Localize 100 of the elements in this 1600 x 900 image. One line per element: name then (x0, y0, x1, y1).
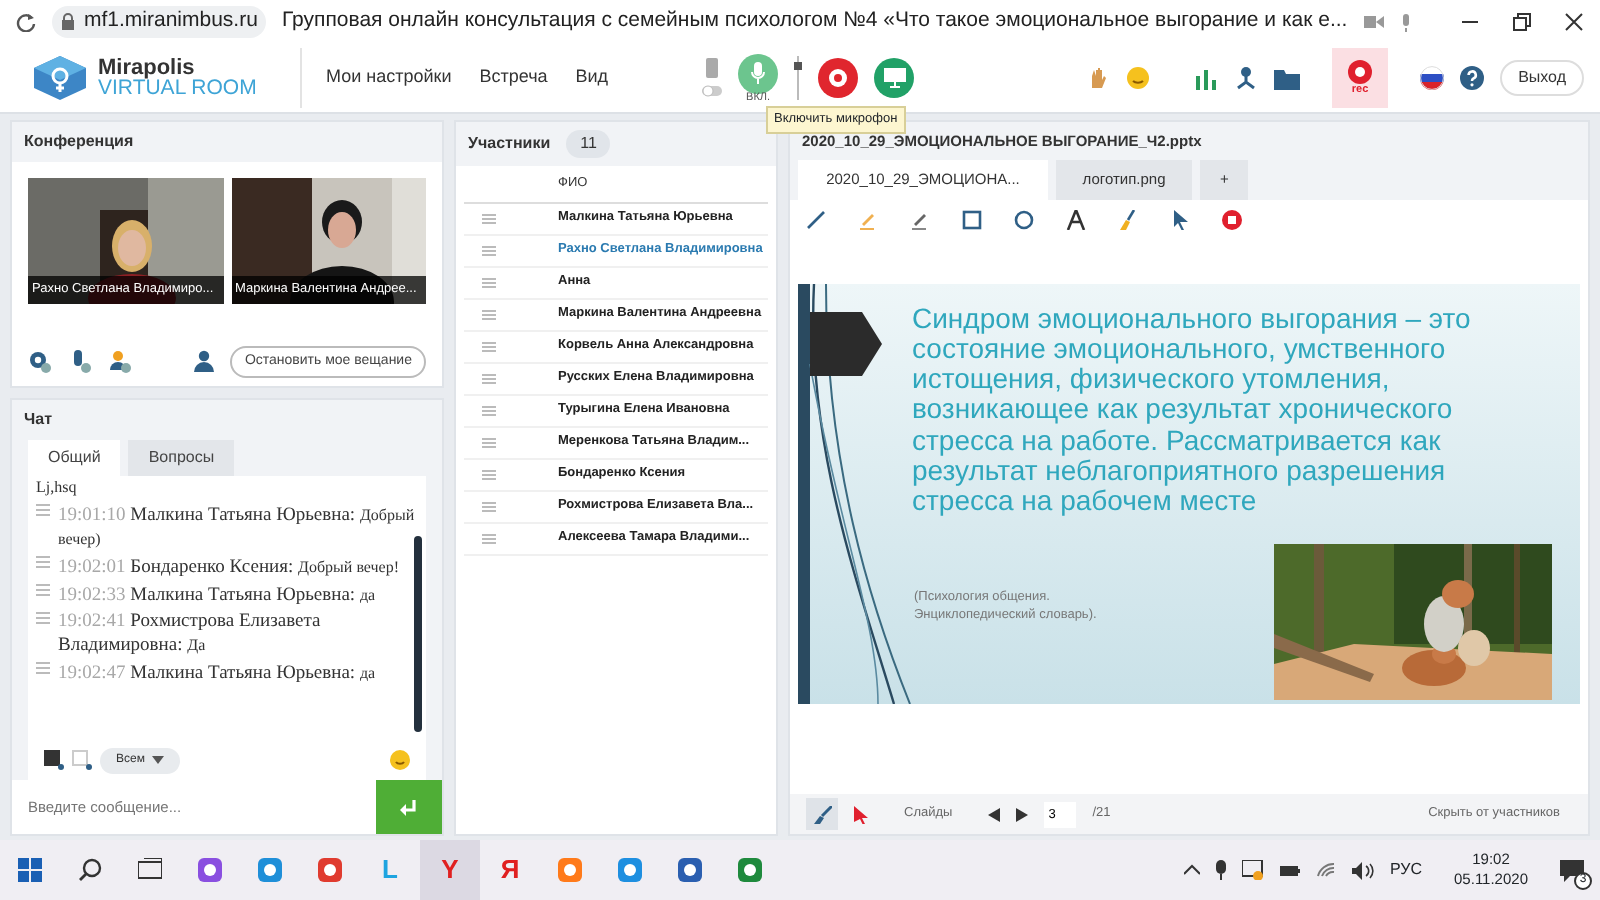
app-tile-icon (616, 856, 644, 884)
chevron-up-icon[interactable] (1183, 864, 1200, 876)
line-tool-icon[interactable] (806, 209, 826, 229)
record-icon (1348, 59, 1373, 83)
panel-title: Конференция (12, 122, 442, 162)
rectangle-tool-icon[interactable] (962, 209, 982, 229)
screen-share-button[interactable] (874, 58, 915, 98)
taskbar-app-button[interactable]: Я (480, 840, 540, 900)
brush-icon[interactable] (1118, 209, 1138, 229)
lock-icon (60, 12, 76, 32)
text-tool-icon[interactable] (1066, 209, 1086, 229)
chat-message: 19:02:41 Рохмистрова Елизавета Владимировна: Да (58, 612, 323, 658)
webcam-icon (828, 68, 849, 88)
list-lines-icon (482, 213, 496, 224)
list-lines-icon (482, 405, 496, 416)
chat-message: 19:01:10 Малкина Татьяна Юрьевна: Добрый вечер) (58, 504, 417, 552)
app-tile-icon (196, 856, 224, 884)
enter-icon (400, 799, 418, 815)
task-view-icon[interactable] (138, 858, 162, 882)
scrollbar[interactable] (414, 536, 422, 732)
brush-icon (813, 805, 831, 823)
caret-icon (152, 756, 165, 764)
menu-item[interactable]: Встреча (465, 64, 562, 92)
microphone-icon (750, 62, 767, 84)
app-tile-icon (676, 856, 704, 884)
previous-icon[interactable] (988, 807, 1001, 821)
camera-icon (1364, 14, 1384, 30)
chat-tab[interactable]: Вопросы (128, 440, 235, 476)
menu-item[interactable]: Мои настройки (312, 64, 466, 92)
background-color-icon[interactable] (72, 750, 92, 770)
chat-message: 19:02:33 Малкина Татьяна Юрьевна: да (58, 584, 376, 608)
url-text: mf1.miranimbus.ru (84, 6, 258, 37)
volume-slider-icon[interactable] (794, 56, 803, 100)
list-lines-icon (36, 504, 50, 516)
list-lines-icon (36, 612, 50, 624)
app-tile-icon (316, 856, 344, 884)
bar-chart-icon[interactable] (1194, 66, 1219, 90)
count-badge: 11 (566, 130, 611, 158)
logo-subtitle: VIRTUAL ROOM (98, 78, 257, 98)
clear-icon[interactable] (1222, 209, 1242, 229)
close-icon[interactable] (1564, 12, 1584, 32)
microphone-icon (1400, 13, 1412, 31)
restore-icon[interactable] (1512, 12, 1532, 32)
ellipse-tool-icon[interactable] (1014, 209, 1034, 229)
wifi-icon[interactable] (1315, 862, 1336, 878)
monitor-icon (883, 68, 906, 88)
pointer-icon[interactable] (854, 805, 868, 823)
flag-icon[interactable] (1420, 66, 1445, 90)
person-icon (194, 350, 215, 373)
page-title: Групповая онлайн консультация с семейным психологом №4 «Что такое эмоциональное выгорание и как е... (281, 6, 1348, 37)
search-icon[interactable] (78, 858, 102, 882)
chat-tab[interactable]: Общий (28, 440, 121, 476)
reload-icon[interactable] (16, 12, 36, 32)
microphone-icon[interactable] (1215, 860, 1226, 880)
panel-title: Участники (468, 132, 551, 156)
list-lines-icon (482, 437, 496, 448)
chat-message: 19:02:47 Малкина Татьяна Юрьевна: да (58, 662, 376, 686)
list-lines-icon (36, 556, 50, 568)
next-icon[interactable] (1016, 807, 1029, 821)
exit-button[interactable]: Выход (1500, 60, 1584, 96)
folder-icon[interactable] (1274, 67, 1301, 89)
logo-icon (30, 54, 90, 102)
phone-toggle-icon[interactable] (702, 56, 723, 100)
logo-title: Mirapolis (98, 58, 195, 78)
app-tile-icon (556, 856, 584, 884)
list-lines-icon (36, 662, 50, 674)
network-icon[interactable] (1234, 66, 1259, 90)
list-lines-icon (482, 469, 496, 480)
screen-capture-icon[interactable] (1241, 860, 1264, 880)
camera-button[interactable] (818, 58, 859, 98)
smiley-icon[interactable] (390, 750, 410, 770)
notification-icon[interactable] (1560, 859, 1584, 881)
windows-icon[interactable] (18, 858, 42, 882)
address-bar[interactable]: mf1.miranimbus.ru (52, 6, 266, 38)
help-icon[interactable] (1460, 66, 1485, 90)
app-tile-icon (256, 856, 284, 884)
chat-message: 19:02:01 Бондаренко Ксения: Добрый вечер! (58, 556, 400, 580)
user-settings-icon[interactable] (108, 349, 132, 374)
app-tile-icon (736, 856, 764, 884)
draw-mode-button[interactable] (806, 798, 838, 830)
pencil-icon[interactable] (910, 209, 930, 229)
list-lines-icon (482, 533, 496, 544)
microphone-settings-icon[interactable] (68, 349, 92, 374)
list-lines-icon (482, 277, 496, 288)
language-indicator[interactable]: РУС (1389, 858, 1423, 882)
list-lines-icon (482, 501, 496, 512)
chat-message-text: Lj,hsq (36, 476, 79, 500)
slide-text: Синдром эмоционального выгорания – это состояние эмоционального, умственного истощения, физического утомления, возникающее как результат хронического стресса на работе. Рассматривается как результат неблагоприятного разрешения стресса на рабочем месте (912, 303, 1473, 518)
list-lines-icon (36, 584, 50, 596)
text-color-icon[interactable] (44, 750, 64, 770)
menu-item[interactable]: Вид (561, 64, 623, 92)
list-lines-icon (482, 245, 496, 256)
list-lines-icon (482, 341, 496, 352)
webcam-settings-icon[interactable] (28, 349, 52, 374)
pointer-icon[interactable] (1170, 209, 1190, 229)
smiley-icon[interactable] (1126, 66, 1151, 90)
list-lines-icon (482, 373, 496, 384)
speaker-icon[interactable] (1351, 861, 1374, 879)
battery-icon[interactable] (1279, 863, 1300, 877)
list-lines-icon (482, 309, 496, 320)
